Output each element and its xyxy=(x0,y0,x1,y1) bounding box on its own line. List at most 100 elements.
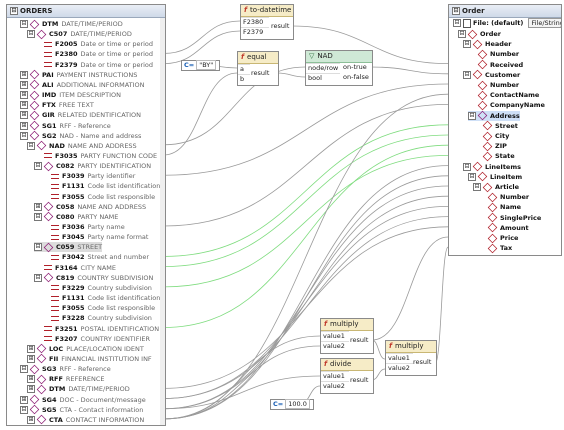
collapse-toggle[interactable]: ⊟ xyxy=(10,7,18,15)
source-row-sg5[interactable]: ⊟ SG5 CTA - Contact information xyxy=(20,404,143,415)
source-component-header[interactable]: ⊟ ORDERS xyxy=(7,5,165,18)
source-row-f1131[interactable]: F1131 Code list identification xyxy=(41,293,160,303)
source-row-nad[interactable]: ⊟ NAD NAME AND ADDRESS xyxy=(27,141,137,151)
output-on-false[interactable]: on-false xyxy=(343,73,369,82)
input-f2379[interactable]: F2379 xyxy=(241,27,269,37)
function-multiply-1[interactable]: f multiply value1 value2 result xyxy=(320,318,374,354)
wire-equal-bool[interactable] xyxy=(276,72,306,78)
source-row-f3055[interactable]: F3055 Code list responsible xyxy=(41,192,155,202)
source-row-f3035[interactable]: F3035 PARTY FUNCTION CODE xyxy=(34,151,157,161)
wire-f3035-equal[interactable] xyxy=(163,72,238,156)
source-row-f3207[interactable]: F3207 COUNTRY IDENTIFIER xyxy=(34,334,150,344)
target-row-tax[interactable]: Tax xyxy=(478,243,512,253)
source-row-dtm[interactable]: ⊞ DTM DATE/TIME/PERIOD xyxy=(27,384,130,395)
input-value2[interactable]: value2 xyxy=(321,341,349,351)
source-row-f2379[interactable]: F2379 Date or time or period xyxy=(34,60,153,70)
source-row-c507[interactable]: ⊟ C507 DATE/TIME/PERIOD xyxy=(27,29,132,39)
source-row-cta[interactable]: ⊞ CTA CONTACT INFORMATION xyxy=(27,415,144,425)
collapse-toggle[interactable]: ⊟ xyxy=(453,19,461,27)
source-row-c080[interactable]: ⊟ C080 PARTY NAME xyxy=(34,212,118,222)
source-component-orders[interactable]: ⊟ ORDERS ⊟ DTM DATE/TIME/PERIOD ⊟ C507 DATE/TI… xyxy=(6,4,166,426)
output-result[interactable]: result xyxy=(350,376,368,385)
expand-toggle[interactable]: ⊟ xyxy=(463,40,471,49)
target-row-address[interactable]: ⊟ Address xyxy=(468,110,520,121)
source-row-sg3[interactable]: ⊟ SG3 RFF - Reference xyxy=(20,364,111,374)
wire-street[interactable] xyxy=(163,124,449,257)
wire-nad-node[interactable] xyxy=(163,66,306,146)
source-row-sg2[interactable]: ⊟ SG2 NAD - Name and address xyxy=(20,130,141,141)
expand-toggle[interactable]: ⊞ xyxy=(20,111,28,120)
source-row-ftx[interactable]: ⊞ FTX FREE TEXT xyxy=(20,100,94,110)
target-row-city[interactable]: City xyxy=(473,131,509,141)
expand-toggle[interactable]: ⊞ xyxy=(20,395,28,404)
expand-toggle[interactable]: ⊞ xyxy=(20,70,28,79)
input-value2[interactable]: value2 xyxy=(321,381,349,391)
source-row-f3229[interactable]: F3229 Country subdivision xyxy=(41,283,152,293)
source-row-f2380[interactable]: F2380 Date or time or period xyxy=(34,49,153,59)
constant-value[interactable]: 100.0 xyxy=(285,399,310,409)
expand-toggle[interactable]: ⊞ xyxy=(20,91,28,100)
constant-value[interactable]: "BY" xyxy=(196,60,217,70)
target-row-header[interactable]: ⊟ Header xyxy=(463,39,512,49)
wire-city[interactable] xyxy=(163,134,449,267)
input-value1[interactable]: value1 xyxy=(321,331,349,341)
source-row-f1131[interactable]: F1131 Code list identification xyxy=(41,181,160,191)
output-result[interactable]: result xyxy=(271,22,289,31)
expand-toggle[interactable]: ⊟ xyxy=(34,212,42,221)
output-result[interactable]: result xyxy=(350,336,368,345)
input-b[interactable]: b xyxy=(238,74,250,84)
expand-toggle[interactable]: ⊞ xyxy=(27,375,35,384)
function-equal[interactable]: f equal a b result xyxy=(237,51,279,86)
input-value2[interactable]: value2 xyxy=(386,363,413,373)
wire-zip[interactable] xyxy=(163,144,449,328)
source-row-sg1[interactable]: ⊞ SG1 RFF - Reference xyxy=(20,120,111,131)
source-row-f3251[interactable]: F3251 POSTAL IDENTIFICATION xyxy=(34,324,159,334)
source-row-gir[interactable]: ⊞ GIR RELATED IDENTIFICATION xyxy=(20,110,141,121)
target-row-received[interactable]: Received xyxy=(468,59,523,70)
input-bool[interactable]: bool xyxy=(306,73,340,83)
collapse-toggle[interactable]: ⊟ xyxy=(452,7,460,15)
expand-toggle[interactable]: ⊞ xyxy=(27,354,35,363)
source-row-dtm[interactable]: ⊟ DTM DATE/TIME/PERIOD xyxy=(20,19,123,29)
target-row-lineitem[interactable]: ⊟ LineItem xyxy=(468,172,522,182)
target-row-lineitems[interactable]: ⊟ LineItems xyxy=(463,161,521,172)
target-component-header[interactable]: ⊟ Order xyxy=(449,5,561,18)
target-row-companyname[interactable]: CompanyName xyxy=(468,100,545,111)
target-row-name[interactable]: Name xyxy=(478,202,521,213)
target-row-singleprice[interactable]: SinglePrice xyxy=(478,212,541,223)
input-a[interactable]: a xyxy=(238,64,250,74)
expand-toggle[interactable]: ⊞ xyxy=(34,202,42,211)
function-header[interactable]: f multiply xyxy=(386,341,436,353)
output-on-true[interactable]: on-true xyxy=(343,63,367,72)
wire-state[interactable] xyxy=(163,155,449,288)
expand-toggle[interactable]: ⊞ xyxy=(27,385,35,394)
expand-toggle[interactable]: ⊟ xyxy=(463,162,471,171)
source-row-pai[interactable]: ⊞ PAI PAYMENT INSTRUCTIONS xyxy=(20,69,137,80)
input-value1[interactable]: value1 xyxy=(321,371,349,381)
target-row-customer[interactable]: ⊟ Customer xyxy=(463,70,520,80)
source-row-rff[interactable]: ⊞ RFF REFERENCE xyxy=(27,374,105,385)
source-row-f3036[interactable]: F3036 Party name xyxy=(41,222,125,232)
source-row-c058[interactable]: ⊞ C058 NAME AND ADDRESS xyxy=(34,201,146,212)
wire-lineitem[interactable] xyxy=(163,175,449,420)
target-row-zip[interactable]: ZIP xyxy=(473,141,507,151)
wire-f2380[interactable] xyxy=(163,20,241,54)
source-row-f2005[interactable]: F2005 Date or time or period xyxy=(34,39,153,49)
source-row-fii[interactable]: ⊞ FII FINANCIAL INSTITUTION INF xyxy=(27,354,152,364)
source-row-loc[interactable]: ⊞ LOC PLACE/LOCATION IDENT xyxy=(27,344,144,354)
expand-toggle[interactable]: ⊞ xyxy=(27,344,35,353)
target-row-order[interactable]: ⊟ Order xyxy=(458,29,501,39)
expand-toggle[interactable]: ⊞ xyxy=(27,415,35,424)
expand-toggle[interactable]: ⊟ xyxy=(463,70,471,79)
expand-toggle[interactable]: ⊟ xyxy=(20,405,28,414)
target-component-order[interactable]: ⊟ Order ⊟ File: (default) File/String ⊟ Ord… xyxy=(448,4,562,256)
target-row-number[interactable]: Number xyxy=(468,49,519,60)
source-row-f3045[interactable]: F3045 Party name format xyxy=(41,232,148,242)
filter-nad[interactable]: ▽ NAD node/row bool on-true on-false xyxy=(305,50,373,86)
wire-lineitems[interactable] xyxy=(163,165,449,420)
constant-100[interactable]: C= 100.0 xyxy=(270,399,314,410)
target-row-article[interactable]: ⊟ Article xyxy=(473,182,519,192)
expand-toggle[interactable]: ⊞ xyxy=(20,80,28,89)
expand-toggle[interactable]: ⊟ xyxy=(468,111,476,120)
expand-toggle[interactable]: ⊟ xyxy=(34,243,42,252)
